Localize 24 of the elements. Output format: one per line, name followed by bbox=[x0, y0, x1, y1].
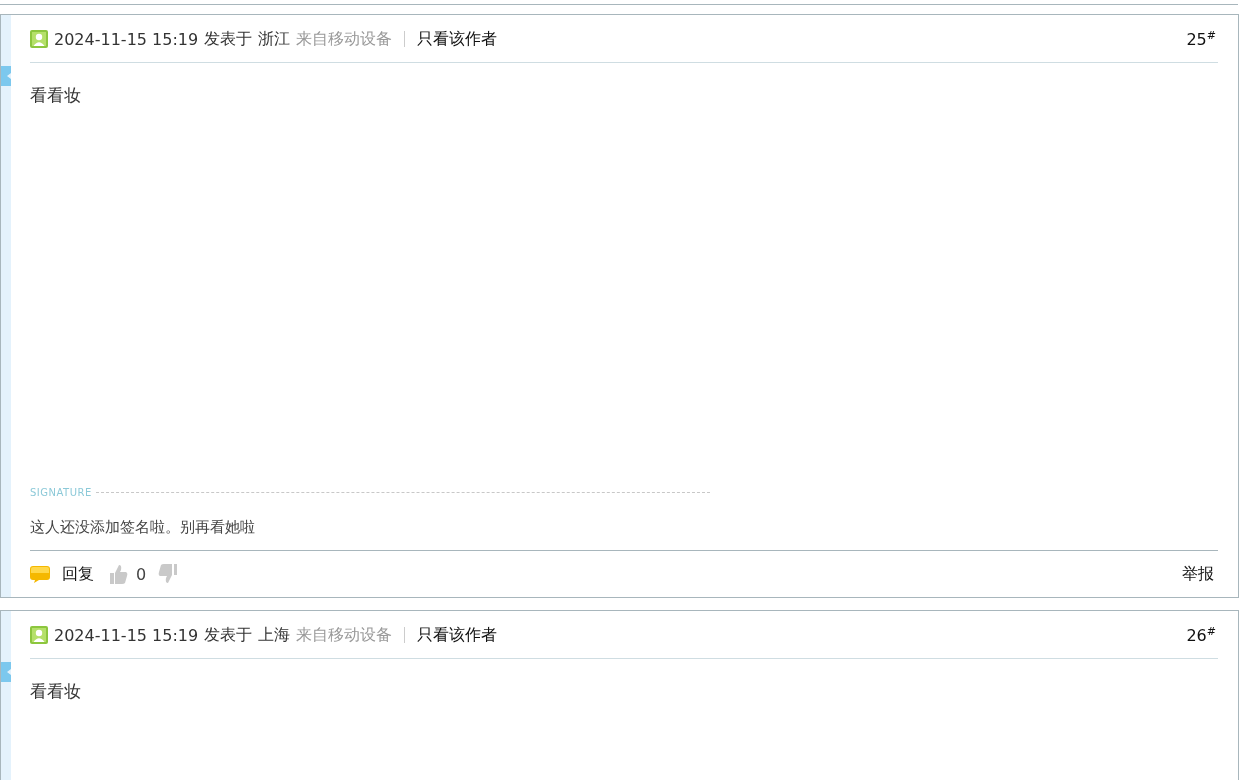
post-time: 2024-11-15 15:19 bbox=[54, 29, 199, 49]
post-content: 看看妆 bbox=[30, 680, 82, 703]
device-label: 来自移动设备 bbox=[296, 624, 393, 646]
thumbs-down-icon bbox=[156, 563, 179, 585]
speech-bubble-icon bbox=[30, 565, 50, 583]
report-link[interactable]: 举报 bbox=[1182, 563, 1214, 585]
posted-label: 发表于 bbox=[204, 624, 253, 646]
user-icon bbox=[30, 626, 48, 644]
like-count: 0 bbox=[136, 564, 147, 584]
post-location: 浙江 bbox=[258, 28, 291, 50]
reply-link[interactable]: 回复 bbox=[62, 563, 94, 585]
post-location: 上海 bbox=[258, 624, 291, 646]
device-label: 来自移动设备 bbox=[296, 28, 393, 50]
only-author-link[interactable]: 只看该作者 bbox=[417, 28, 498, 50]
signature-label: SIGNATURE bbox=[30, 487, 92, 498]
thumbs-up-icon bbox=[108, 563, 128, 585]
only-author-link[interactable]: 只看该作者 bbox=[417, 624, 498, 646]
floor-number: 26$^{#}$ bbox=[1186, 624, 1216, 646]
post-content: 看看妆 bbox=[30, 84, 82, 107]
posted-label: 发表于 bbox=[204, 28, 253, 50]
signature-text: 这人还没添加签名啦。别再看她啦 bbox=[30, 518, 1218, 551]
floor-number: 25$^{#}$ bbox=[1186, 28, 1216, 50]
user-icon bbox=[30, 30, 48, 48]
post-time: 2024-11-15 15:19 bbox=[54, 625, 199, 645]
